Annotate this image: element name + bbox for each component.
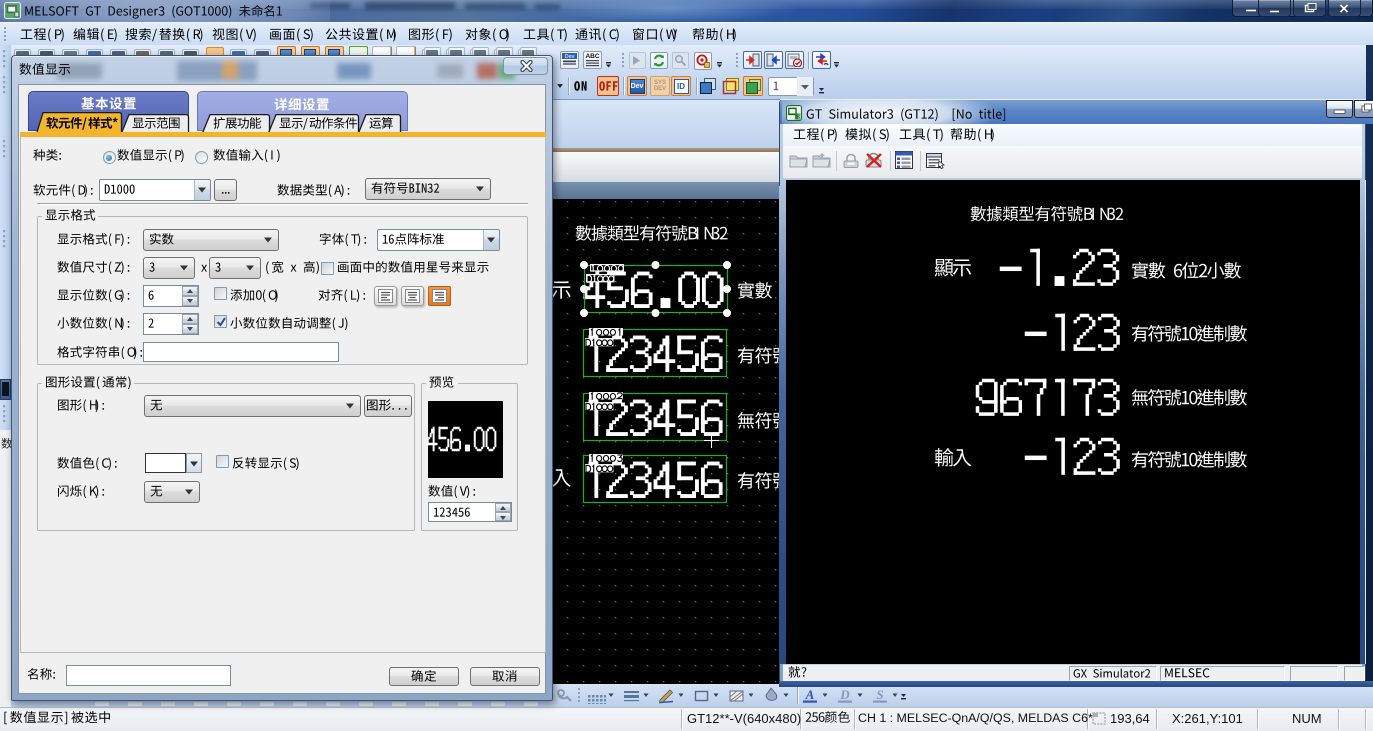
svg-text:ABC: ABC bbox=[585, 53, 599, 60]
svg-text:3: 3 bbox=[798, 114, 801, 120]
svg-text:S: S bbox=[876, 687, 883, 702]
svg-text:A: A bbox=[805, 687, 815, 702]
svg-text:D: D bbox=[839, 687, 850, 702]
svg-text:Dev: Dev bbox=[565, 54, 575, 60]
